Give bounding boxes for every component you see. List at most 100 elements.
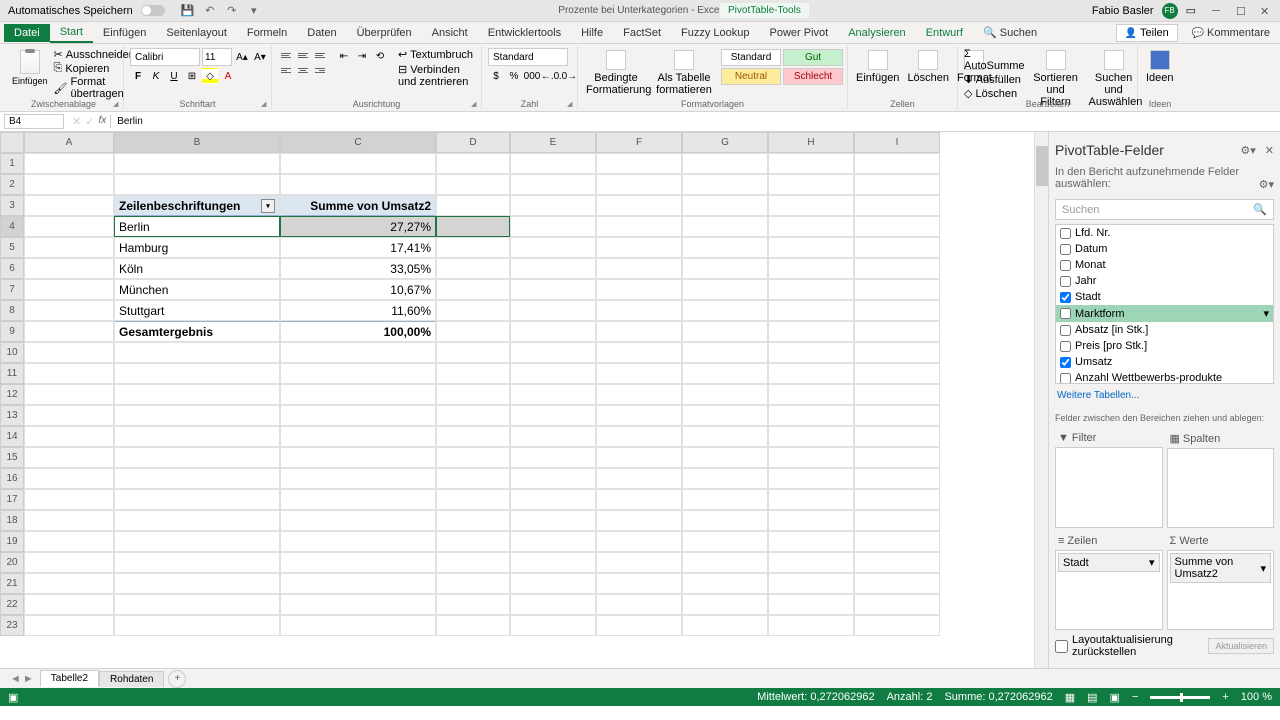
cell-H10[interactable] [768,342,854,363]
user-avatar[interactable]: FB [1162,3,1178,19]
cell-B14[interactable] [114,426,280,447]
autosave-toggle[interactable]: Automatisches Speichern [8,5,169,17]
cell-D17[interactable] [436,489,510,510]
cell-H18[interactable] [768,510,854,531]
cell-E6[interactable] [510,258,596,279]
tab-file[interactable]: Datei [4,24,50,42]
cell-F18[interactable] [596,510,682,531]
cell-C6[interactable]: 33,05% [280,258,436,279]
cell-E12[interactable] [510,384,596,405]
cell-B17[interactable] [114,489,280,510]
font-family-select[interactable] [130,48,200,66]
cell-B23[interactable] [114,615,280,636]
cell-I23[interactable] [854,615,940,636]
style-standard[interactable]: Standard [721,49,781,66]
qat-dropdown-icon[interactable]: ▾ [247,4,261,18]
cell-G1[interactable] [682,153,768,174]
cell-H4[interactable] [768,216,854,237]
worksheet-area[interactable]: ABCDEFGHI123Zeilenbeschriftungen▾Summe v… [0,132,1048,668]
zoom-slider[interactable] [1150,696,1210,699]
delete-cells-button[interactable]: Löschen [905,48,951,86]
cell-C18[interactable] [280,510,436,531]
cell-G4[interactable] [682,216,768,237]
cell-A8[interactable] [24,300,114,321]
save-icon[interactable]: 💾 [181,4,195,18]
share-button[interactable]: 👤 Teilen [1116,24,1178,42]
cell-C3[interactable]: Summe von Umsatz2 [280,195,436,216]
cell-G9[interactable] [682,321,768,342]
field-checkbox[interactable] [1060,341,1071,352]
format-painter-button[interactable]: 🖌 Format übertragen [54,76,135,100]
cell-F4[interactable] [596,216,682,237]
cell-C20[interactable] [280,552,436,573]
field-checkbox[interactable] [1060,292,1071,303]
cell-C15[interactable] [280,447,436,468]
chevron-down-icon[interactable]: ▾ [1149,556,1155,569]
cell-G7[interactable] [682,279,768,300]
field-checkbox[interactable] [1060,357,1071,368]
col-header-F[interactable]: F [596,132,682,153]
row-header-18[interactable]: 18 [0,510,24,531]
row-header-14[interactable]: 14 [0,426,24,447]
row-header-10[interactable]: 10 [0,342,24,363]
cell-B16[interactable] [114,468,280,489]
cell-G19[interactable] [682,531,768,552]
tab-design[interactable]: Entwurf [916,24,973,42]
cell-G11[interactable] [682,363,768,384]
cell-I18[interactable] [854,510,940,531]
cell-E23[interactable] [510,615,596,636]
cell-E10[interactable] [510,342,596,363]
cell-I21[interactable] [854,573,940,594]
cell-H5[interactable] [768,237,854,258]
cell-A15[interactable] [24,447,114,468]
cell-B13[interactable] [114,405,280,426]
cell-D15[interactable] [436,447,510,468]
cell-C8[interactable]: 11,60% [280,300,436,321]
minimize-icon[interactable]: ─ [1212,5,1224,17]
cell-A5[interactable] [24,237,114,258]
cell-D23[interactable] [436,615,510,636]
row-header-12[interactable]: 12 [0,384,24,405]
cell-G14[interactable] [682,426,768,447]
cell-E5[interactable] [510,237,596,258]
cell-C9[interactable]: 100,00% [280,321,436,342]
cell-I3[interactable] [854,195,940,216]
tab-start[interactable]: Start [50,23,93,43]
area-row-item[interactable]: Stadt▾ [1058,553,1160,572]
field-checkbox[interactable] [1060,276,1071,287]
cell-E1[interactable] [510,153,596,174]
row-header-8[interactable]: 8 [0,300,24,321]
tab-formulas[interactable]: Formeln [237,24,297,42]
fill-button[interactable]: ⬇ Ausfüllen [964,73,1025,86]
cell-A1[interactable] [24,153,114,174]
cell-D4[interactable] [436,216,510,237]
ideas-button[interactable]: Ideen [1144,48,1176,86]
cell-I6[interactable] [854,258,940,279]
cell-A20[interactable] [24,552,114,573]
undo-icon[interactable]: ↶ [203,4,217,18]
number-format-select[interactable] [488,48,568,66]
cell-G6[interactable] [682,258,768,279]
font-size-select[interactable] [202,48,232,66]
field-checkbox[interactable] [1060,228,1071,239]
cell-I9[interactable] [854,321,940,342]
cell-F17[interactable] [596,489,682,510]
cell-B19[interactable] [114,531,280,552]
cell-B7[interactable]: München [114,279,280,300]
cell-H16[interactable] [768,468,854,489]
cell-D8[interactable] [436,300,510,321]
cell-G20[interactable] [682,552,768,573]
cell-D20[interactable] [436,552,510,573]
cell-H23[interactable] [768,615,854,636]
view-pagelayout-icon[interactable]: ▤ [1087,691,1097,704]
cell-E21[interactable] [510,573,596,594]
row-header-11[interactable]: 11 [0,363,24,384]
cell-B3[interactable]: Zeilenbeschriftungen▾ [114,195,280,216]
field-checkbox[interactable] [1060,260,1071,271]
cell-D6[interactable] [436,258,510,279]
wrap-text-button[interactable]: ↩ Textumbruch [398,48,475,61]
cell-H22[interactable] [768,594,854,615]
cell-A23[interactable] [24,615,114,636]
cut-button[interactable]: ✂ Ausschneiden [54,48,135,61]
cell-E7[interactable] [510,279,596,300]
